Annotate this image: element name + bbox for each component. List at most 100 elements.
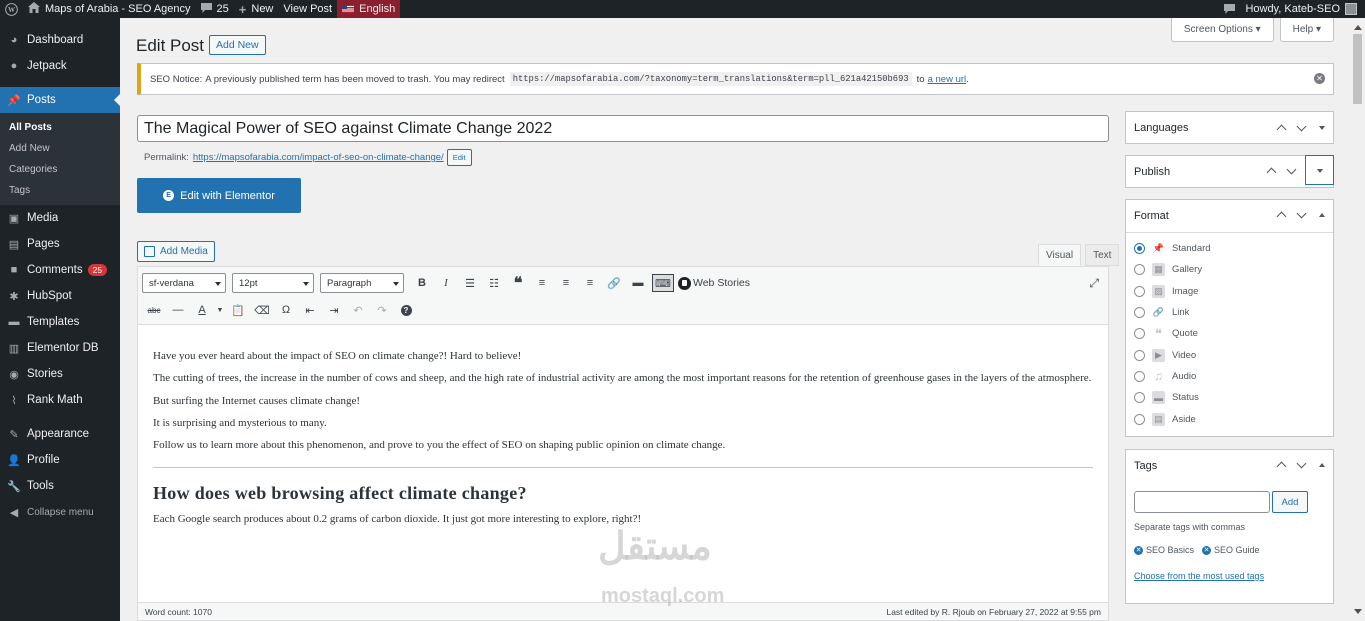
help-icon[interactable]: ?	[394, 300, 418, 320]
format-option-aside[interactable]: ▤ Aside	[1134, 408, 1325, 429]
menu-dashboard[interactable]: ◕ Dashboard	[0, 27, 120, 53]
submenu-categories[interactable]: Categories	[0, 159, 120, 180]
strikethrough-icon[interactable]: abc	[142, 300, 166, 320]
comments-link[interactable]: 25	[196, 0, 234, 18]
notice-new-url-link[interactable]: a new url	[928, 74, 967, 85]
redo-icon[interactable]: ↷	[370, 300, 394, 320]
add-new-button[interactable]: Add New	[209, 35, 266, 55]
text-color-icon[interactable]: A	[190, 300, 214, 320]
post-title-input[interactable]: The Magical Power of SEO against Climate…	[137, 115, 1109, 142]
view-post-link[interactable]: View Post	[278, 0, 337, 18]
clear-formatting-icon[interactable]: ⌫	[250, 300, 274, 320]
link-icon[interactable]: 🔗	[602, 273, 626, 293]
align-center-icon[interactable]: ≡	[554, 273, 578, 293]
notifications-icon[interactable]	[1219, 0, 1240, 18]
radio[interactable]	[1134, 285, 1145, 297]
menu-stories[interactable]: ◉ Stories	[0, 361, 120, 387]
move-up-icon[interactable]	[1275, 210, 1287, 220]
tags-box-header[interactable]: Tags	[1126, 450, 1333, 482]
format-option-status[interactable]: ▬ Status	[1134, 387, 1325, 408]
permalink-edit-button[interactable]: Edit	[446, 149, 472, 166]
add-media-button[interactable]: Add Media	[137, 241, 215, 262]
edit-with-elementor-button[interactable]: E Edit with Elementor	[137, 178, 301, 213]
permalink-url-link[interactable]: https://mapsofarabia.com/impact-of-seo-o…	[193, 152, 444, 163]
page-scrollbar[interactable]	[1350, 18, 1365, 621]
collapse-menu-button[interactable]: ◀ Collapse menu	[0, 499, 120, 525]
radio[interactable]	[1134, 413, 1145, 425]
align-right-icon[interactable]: ≡	[578, 273, 602, 293]
toolbar-toggle-icon[interactable]: ⌨	[652, 274, 674, 292]
special-character-icon[interactable]: Ω	[274, 300, 298, 320]
menu-rank-math[interactable]: ⌇ Rank Math	[0, 387, 120, 413]
publish-box-header[interactable]: Publish	[1126, 155, 1334, 188]
menu-elementor-db[interactable]: ▥ Elementor DB	[0, 335, 120, 361]
format-box-header[interactable]: Format	[1126, 200, 1333, 232]
horizontal-line-icon[interactable]: —	[166, 300, 190, 320]
menu-appearance[interactable]: ✎ Appearance	[0, 421, 120, 447]
format-option-audio[interactable]: ♫ Audio	[1134, 366, 1325, 387]
format-option-link[interactable]: 🔗 Link	[1134, 302, 1325, 323]
format-option-standard[interactable]: 📌 Standard	[1134, 238, 1325, 259]
menu-media[interactable]: ▣ Media	[0, 205, 120, 231]
radio[interactable]	[1134, 392, 1145, 404]
move-down-icon[interactable]	[1285, 166, 1297, 176]
tab-visual[interactable]: Visual	[1038, 244, 1082, 266]
menu-profile[interactable]: 👤 Profile	[0, 447, 120, 473]
submenu-add-new[interactable]: Add New	[0, 138, 120, 159]
menu-hubspot[interactable]: ✱ HubSpot	[0, 283, 120, 309]
paragraph-select[interactable]: Paragraph	[320, 273, 404, 293]
tag-input[interactable]	[1134, 491, 1270, 513]
scrollbar-thumb[interactable]	[1353, 34, 1362, 104]
radio[interactable]	[1134, 349, 1145, 361]
menu-pages[interactable]: ▤ Pages	[0, 231, 120, 257]
format-option-image[interactable]: ▨ Image	[1134, 281, 1325, 302]
text-color-dropdown-icon[interactable]: ▼	[214, 300, 226, 320]
font-family-select[interactable]: sf-verdana	[142, 273, 226, 293]
dismiss-notice-icon[interactable]: ✕	[1314, 73, 1325, 84]
bullet-list-icon[interactable]: ☰	[458, 273, 482, 293]
italic-icon[interactable]: I	[434, 273, 458, 293]
remove-tag-icon[interactable]: ✕	[1134, 545, 1143, 555]
menu-jetpack[interactable]: ● Jetpack	[0, 53, 120, 79]
tab-text[interactable]: Text	[1085, 244, 1120, 266]
blockquote-icon[interactable]: ❝	[506, 273, 530, 293]
language-switcher[interactable]: English	[337, 0, 401, 18]
most-used-tags-link[interactable]: Choose from the most used tags	[1134, 571, 1325, 581]
move-down-icon[interactable]	[1295, 460, 1307, 470]
radio[interactable]	[1134, 307, 1145, 319]
radio[interactable]	[1134, 328, 1145, 340]
toggle-panel-icon[interactable]	[1319, 460, 1325, 467]
remove-tag-icon[interactable]: ✕	[1202, 545, 1212, 555]
menu-tools[interactable]: 🔧 Tools	[0, 473, 120, 499]
format-option-video[interactable]: ▶ Video	[1134, 344, 1325, 365]
move-down-icon[interactable]	[1295, 210, 1307, 220]
menu-posts[interactable]: 📌 Posts	[0, 87, 120, 113]
outdent-icon[interactable]: ⇤	[298, 300, 322, 320]
format-option-quote[interactable]: ❝ Quote	[1134, 323, 1325, 344]
paste-as-text-icon[interactable]: 📋	[226, 300, 250, 320]
bold-icon[interactable]: B	[410, 273, 434, 293]
indent-icon[interactable]: ⇥	[322, 300, 346, 320]
radio[interactable]	[1134, 243, 1145, 255]
submenu-all-posts[interactable]: All Posts	[0, 117, 120, 138]
scroll-up-icon[interactable]	[1354, 21, 1362, 30]
fullscreen-icon[interactable]: ⤢	[1089, 276, 1099, 291]
languages-box-header[interactable]: Languages	[1126, 112, 1333, 144]
numbered-list-icon[interactable]: ☷	[482, 273, 506, 293]
site-name-link[interactable]: Maps of Arabia - SEO Agency	[23, 0, 196, 18]
menu-comments[interactable]: ■ Comments 25	[0, 257, 120, 283]
screen-options-button[interactable]: Screen Options ▾	[1170, 18, 1274, 42]
move-up-icon[interactable]	[1265, 166, 1277, 176]
move-up-icon[interactable]	[1275, 460, 1287, 470]
radio[interactable]	[1134, 264, 1145, 276]
radio[interactable]	[1134, 370, 1145, 382]
undo-icon[interactable]: ↶	[346, 300, 370, 320]
menu-templates[interactable]: ▬ Templates	[0, 309, 120, 335]
submenu-tags[interactable]: Tags	[0, 180, 120, 201]
toggle-panel-icon[interactable]	[1319, 126, 1325, 133]
read-more-icon[interactable]: ▬	[626, 273, 650, 293]
wp-logo-icon[interactable]: W	[0, 0, 23, 18]
align-left-icon[interactable]: ≡	[530, 273, 554, 293]
toggle-panel-icon[interactable]	[1319, 210, 1325, 217]
my-account-link[interactable]: Howdy, Kateb-SEO	[1240, 0, 1365, 18]
